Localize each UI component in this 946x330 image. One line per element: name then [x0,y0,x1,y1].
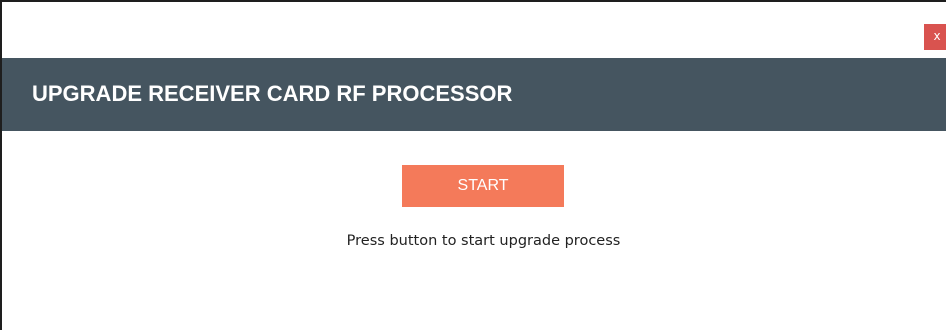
header-bar: UPGRADE RECEIVER CARD RF PROCESSOR [2,58,946,131]
upgrade-dialog: x UPGRADE RECEIVER CARD RF PROCESSOR STA… [0,0,946,330]
instruction-text: Press button to start upgrade process [346,233,621,249]
close-icon: x [933,29,941,43]
page-title: UPGRADE RECEIVER CARD RF PROCESSOR [32,81,513,106]
close-button[interactable]: x [924,24,946,50]
start-button[interactable]: START [402,165,564,207]
